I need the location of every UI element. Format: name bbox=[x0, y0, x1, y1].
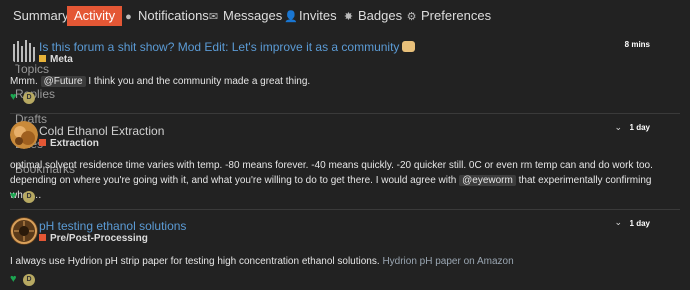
category-badge[interactable]: Meta bbox=[39, 54, 73, 65]
emoji-icon bbox=[402, 41, 416, 52]
category-name: Meta bbox=[50, 54, 73, 65]
excerpt-text: I think you and the community made a gre… bbox=[88, 76, 311, 87]
liker-avatar[interactable]: D bbox=[23, 92, 35, 104]
post-time: 1 day bbox=[629, 123, 650, 132]
external-link[interactable]: Hydrion pH paper on Amazon bbox=[382, 256, 513, 267]
heart-icon[interactable]: ♥ bbox=[10, 91, 17, 103]
nav-notifications-label: Notifications bbox=[138, 8, 209, 23]
post-time: 1 day bbox=[629, 219, 650, 228]
category-color-icon bbox=[39, 234, 46, 241]
activity-item: pH testing ethanol solutions Pre/Post-Pr… bbox=[10, 216, 680, 290]
nav-preferences-label: Preferences bbox=[421, 8, 492, 23]
heart-icon[interactable]: ♥ bbox=[10, 273, 17, 285]
chevron-down-icon[interactable]: ⌄ bbox=[614, 122, 622, 133]
category-badge[interactable]: Pre/Post-Processing bbox=[39, 233, 148, 244]
topic-title-link[interactable]: Is this forum a shit show? Mod Edit: Let… bbox=[39, 40, 416, 54]
nav-activity[interactable]: Activity bbox=[67, 6, 123, 26]
avatar[interactable] bbox=[10, 38, 38, 66]
excerpt-text: Mmm. bbox=[10, 76, 38, 87]
nav-invites[interactable]: 👤Invites bbox=[284, 6, 337, 26]
category-name: Pre/Post-Processing bbox=[50, 233, 148, 244]
nav-messages-label: Messages bbox=[223, 8, 283, 23]
liker-avatar[interactable]: D bbox=[23, 274, 35, 286]
activity-item: Cold Ethanol Extraction Extraction ⌄ 1 d… bbox=[10, 118, 680, 203]
chevron-down-icon[interactable]: ⌄ bbox=[614, 217, 622, 228]
user-mention[interactable]: @Future bbox=[40, 76, 86, 87]
nav-preferences[interactable]: ⚙ Preferences bbox=[406, 6, 492, 26]
avatar[interactable] bbox=[10, 121, 38, 149]
gear-icon: ⚙ bbox=[406, 11, 417, 23]
comment-icon: ● bbox=[125, 11, 132, 23]
liker-avatar[interactable]: D bbox=[23, 191, 35, 203]
category-badge[interactable]: Extraction bbox=[39, 138, 99, 149]
divider bbox=[10, 209, 680, 210]
nav-badges-label: Badges bbox=[358, 8, 403, 23]
divider bbox=[10, 113, 680, 114]
topic-title-text: Is this forum a shit show? Mod Edit: Let… bbox=[39, 40, 400, 54]
user-mention[interactable]: @eyeworm bbox=[459, 175, 516, 186]
nav-invites-label: Invites bbox=[299, 8, 337, 23]
post-excerpt: I always use Hydrion pH strip paper for … bbox=[10, 254, 680, 269]
nav-badges[interactable]: ✸ Badges bbox=[343, 6, 402, 26]
envelope-icon: ✉ bbox=[208, 11, 219, 23]
topic-title-link[interactable]: pH testing ethanol solutions bbox=[39, 219, 186, 233]
user-plus-icon: 👤 bbox=[284, 11, 298, 23]
post-excerpt: optimal solvent residence time varies wi… bbox=[10, 158, 680, 203]
post-time: 8 mins bbox=[624, 40, 650, 49]
category-name: Extraction bbox=[50, 138, 99, 149]
avatar[interactable] bbox=[10, 217, 38, 245]
nav-notifications[interactable]: ● Notifications bbox=[123, 6, 209, 26]
certificate-icon: ✸ bbox=[343, 11, 354, 23]
category-color-icon bbox=[39, 55, 46, 62]
nav-summary[interactable]: Summary bbox=[13, 6, 69, 26]
excerpt-text: I always use Hydrion pH strip paper for … bbox=[10, 256, 380, 267]
heart-icon[interactable]: ♥ bbox=[10, 190, 17, 202]
user-activity-nav: Summary Activity ● Notifications ✉ Message… bbox=[0, 0, 690, 30]
topic-title-link[interactable]: Cold Ethanol Extraction bbox=[39, 124, 164, 138]
activity-stream: Topics Replies Drafts Likes Bookmarks Is… bbox=[0, 30, 690, 290]
nav-messages[interactable]: ✉ Messages bbox=[208, 6, 282, 26]
post-excerpt: Mmm. @Future I think you and the communi… bbox=[10, 74, 680, 89]
activity-item: Is this forum a shit show? Mod Edit: Let… bbox=[10, 38, 680, 108]
category-color-icon bbox=[39, 139, 46, 146]
